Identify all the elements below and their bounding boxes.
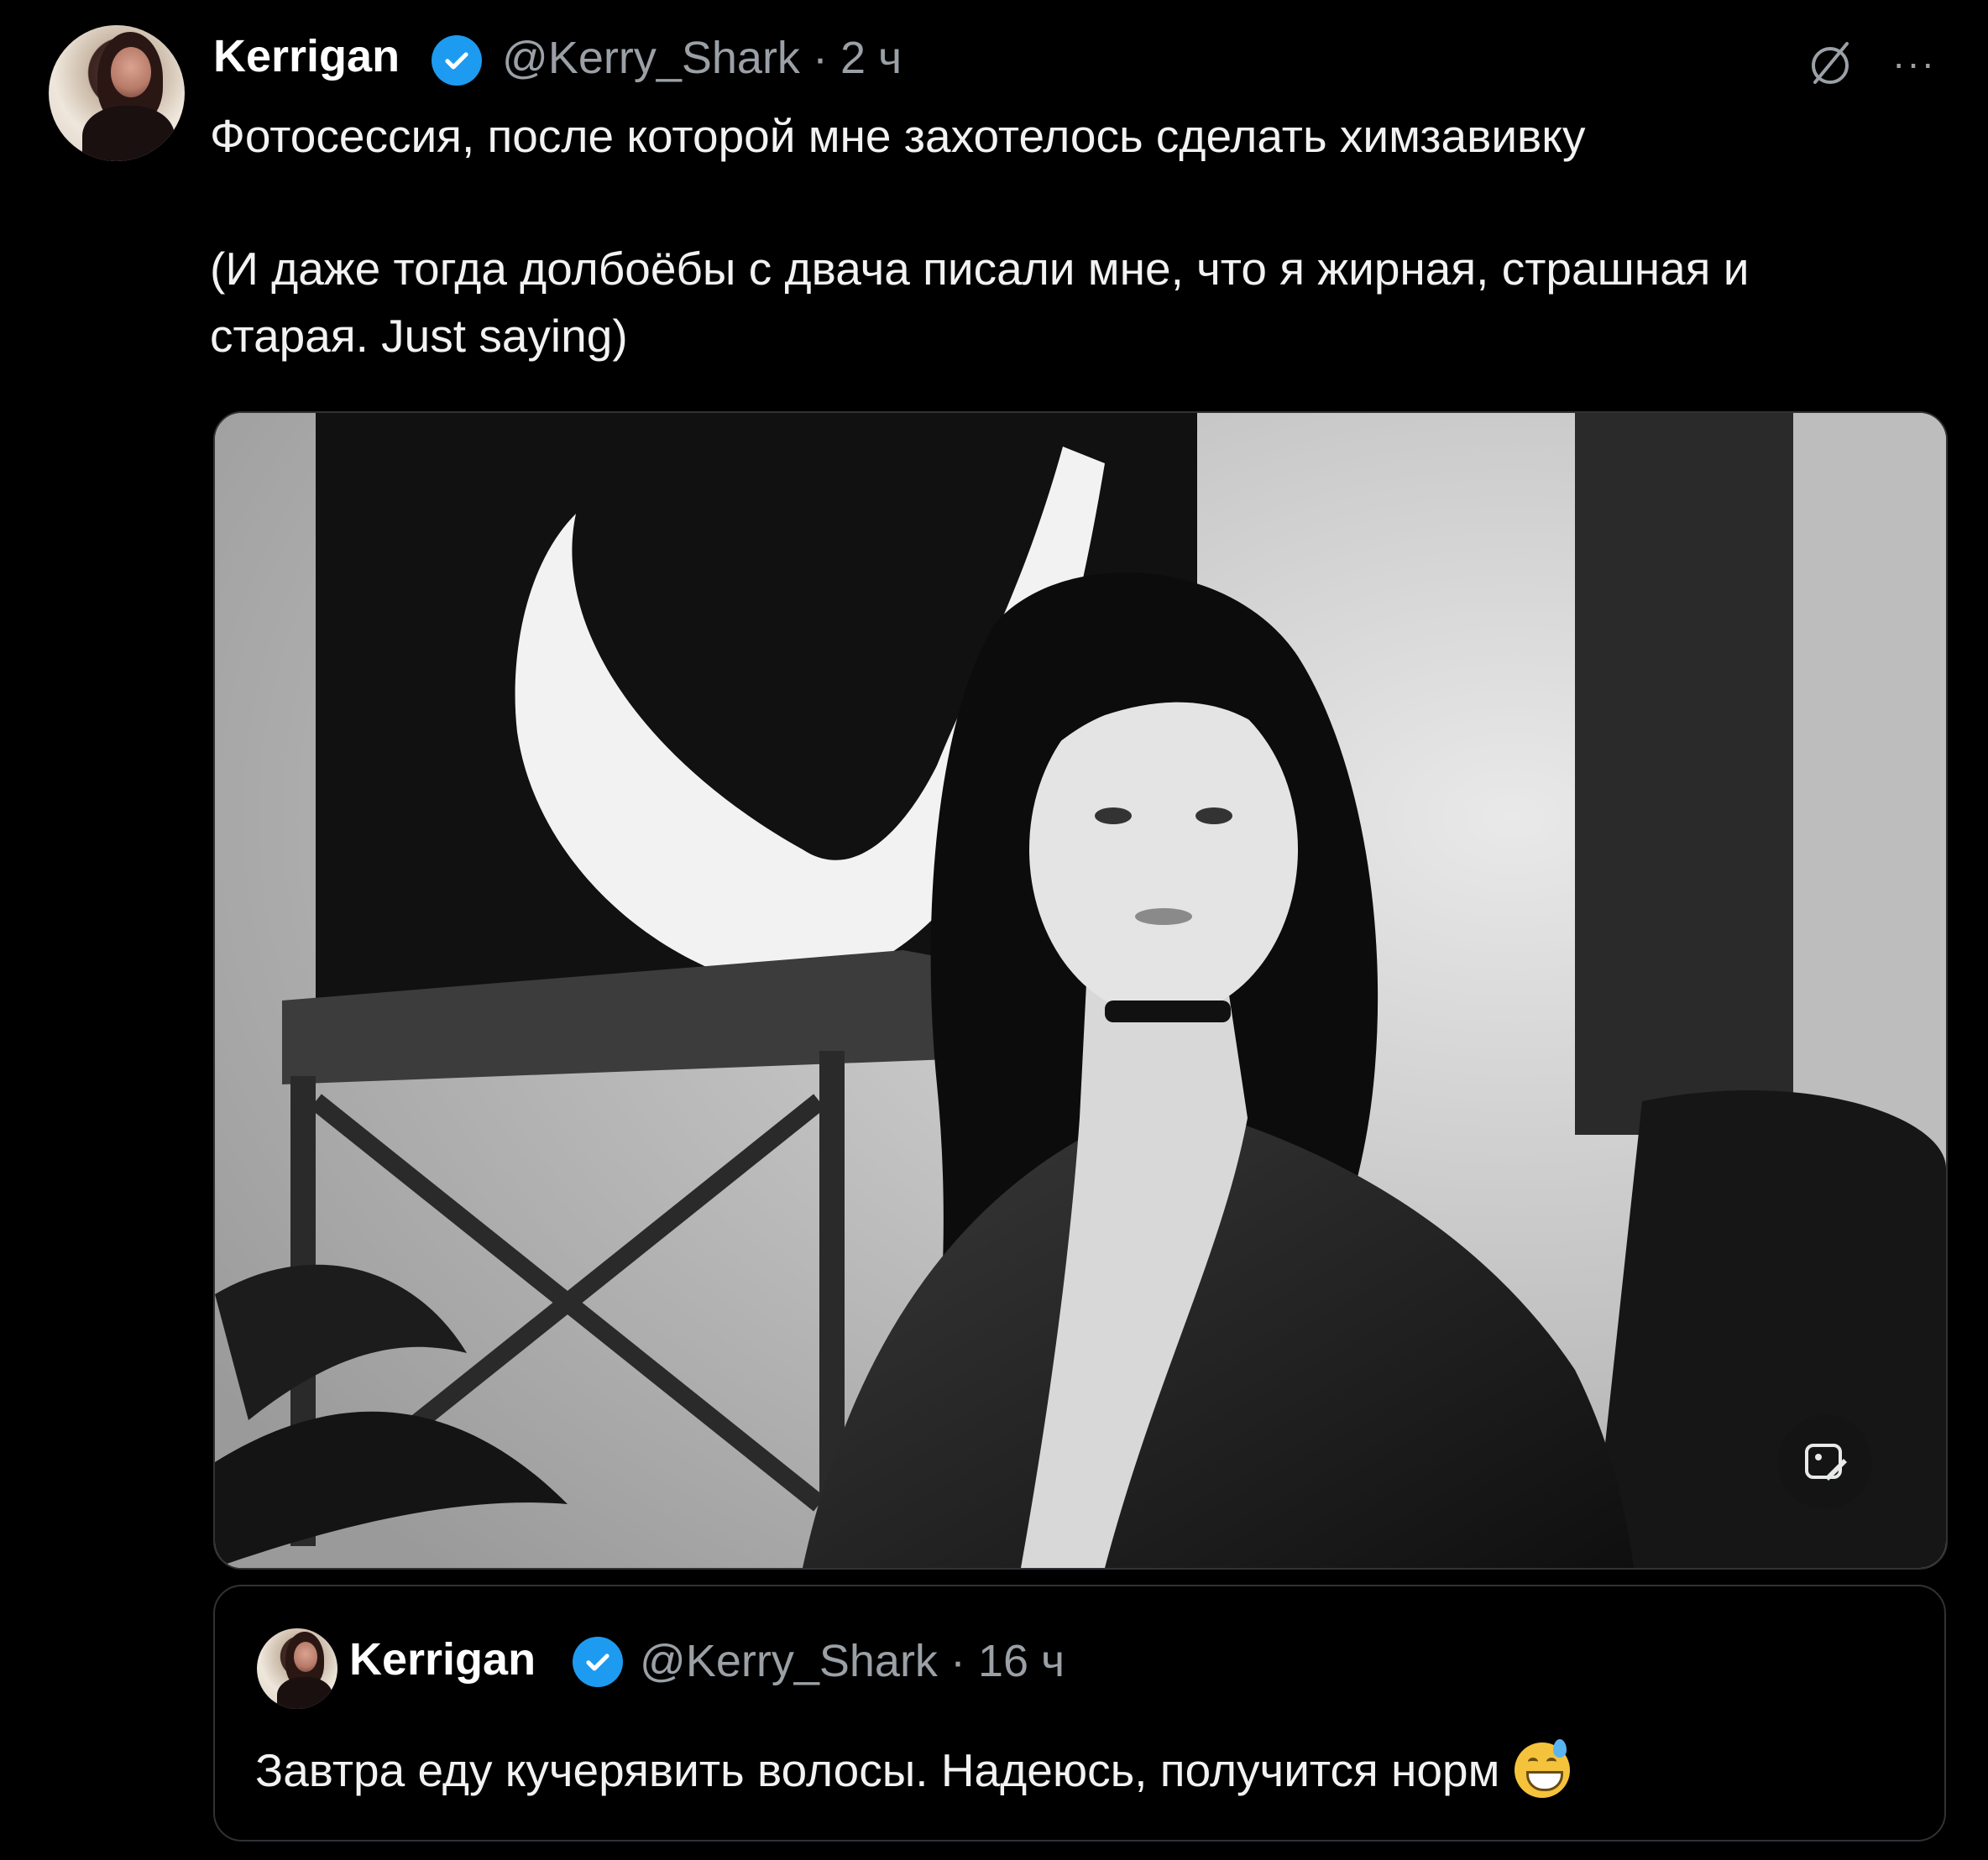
quote-time[interactable]: 16 ч — [978, 1636, 1065, 1686]
slash-circle-icon[interactable] — [1797, 30, 1864, 97]
verified-badge-icon — [573, 1637, 623, 1687]
quote-author-name[interactable]: Kerrigan — [349, 1633, 536, 1685]
handle-separator: · — [812, 33, 828, 83]
quote-text: Завтра еду кучерявить волосы. Надеюсь, п… — [255, 1739, 1571, 1798]
author-name[interactable]: Kerrigan — [213, 30, 400, 82]
quote-avatar[interactable] — [257, 1628, 337, 1709]
avatar-face — [111, 47, 151, 97]
avatar-body — [277, 1677, 332, 1709]
tweet-time[interactable]: 2 ч — [840, 33, 902, 83]
grinning-sweat-emoji-icon — [1515, 1739, 1571, 1798]
quoted-tweet[interactable]: Kerrigan @Kerry_Shark · 16 ч Завтра еду … — [213, 1585, 1946, 1842]
quote-text-content: Завтра еду кучерявить волосы. Надеюсь, п… — [255, 1744, 1500, 1796]
tweet-text-line-1: Фотосессия, после которой мне захотелось… — [210, 110, 1586, 162]
avatar-body — [82, 106, 175, 161]
handle-text[interactable]: @Kerry_Shark — [502, 33, 800, 83]
photo-artwork — [215, 413, 1946, 1568]
quote-separator: · — [950, 1636, 965, 1686]
verified-badge-icon — [432, 35, 482, 86]
tweet-text-line-2: (И даже тогда долбоёбы с двача писали мн… — [210, 243, 1750, 295]
tweet-text-line-3: старая. Just saying) — [210, 310, 628, 362]
quote-handle-text[interactable]: @Kerry_Shark — [640, 1636, 938, 1686]
more-dots-icon[interactable]: ··· — [1881, 34, 1948, 92]
quote-author-handle[interactable]: @Kerry_Shark · 16 ч — [640, 1635, 1065, 1687]
author-handle[interactable]: @Kerry_Shark · 2 ч — [502, 32, 902, 84]
image-edit-icon[interactable] — [1778, 1415, 1872, 1509]
tweet-photo[interactable] — [213, 411, 1948, 1570]
avatar-face — [294, 1642, 317, 1672]
author-avatar[interactable] — [49, 25, 185, 161]
